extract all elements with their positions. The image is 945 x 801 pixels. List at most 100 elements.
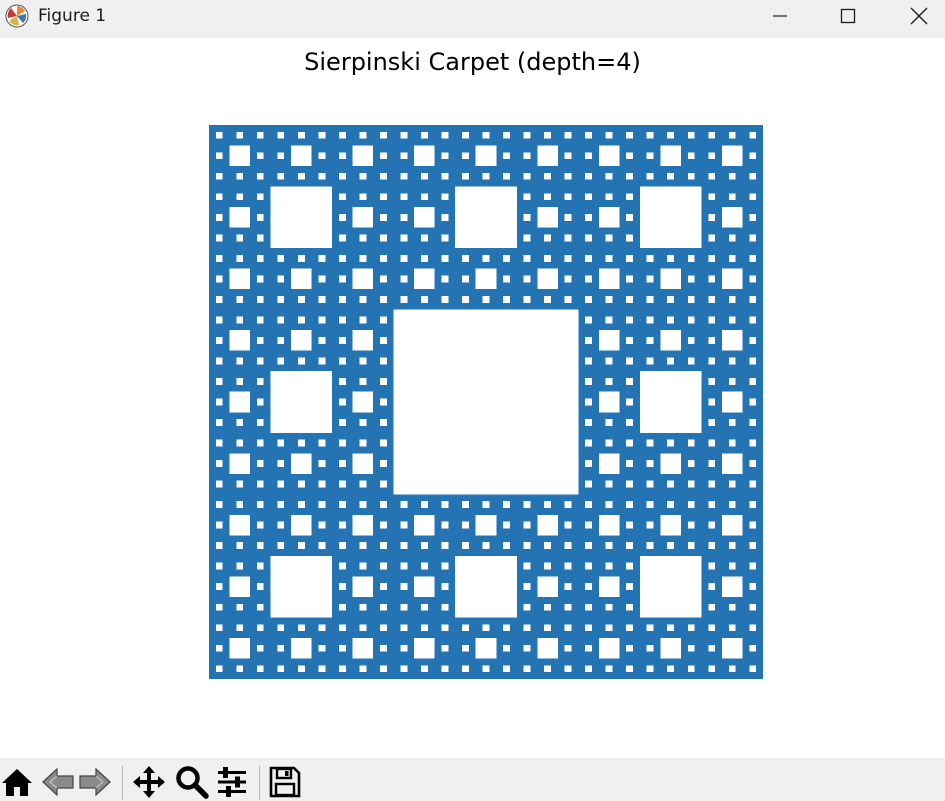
carpet-hole <box>544 234 551 242</box>
carpet-hole <box>421 603 428 611</box>
carpet-hole <box>564 295 572 303</box>
carpet-hole <box>338 316 346 324</box>
carpet-hole <box>721 268 743 290</box>
carpet-hole <box>605 624 613 632</box>
carpet-hole <box>708 480 716 488</box>
carpet-hole <box>708 644 716 652</box>
carpet-hole <box>626 501 634 509</box>
carpet-hole <box>626 172 634 180</box>
carpet-hole <box>359 234 367 242</box>
carpet-hole <box>667 254 675 262</box>
carpet-hole <box>379 603 387 611</box>
carpet-hole <box>708 254 716 262</box>
carpet-hole <box>215 398 223 406</box>
carpet-hole <box>687 295 695 303</box>
carpet-hole <box>646 521 654 529</box>
carpet-hole <box>318 337 326 344</box>
carpet-hole <box>215 439 223 447</box>
carpet-hole <box>585 624 593 632</box>
carpet-hole <box>646 316 654 324</box>
carpet-hole <box>215 624 223 632</box>
carpet-hole <box>523 213 531 221</box>
carpet-hole <box>379 131 387 139</box>
carpet-hole <box>749 439 757 447</box>
home-button[interactable] <box>0 764 35 800</box>
carpet-hole <box>236 357 244 365</box>
carpet-hole <box>338 439 346 447</box>
carpet-hole <box>605 480 613 488</box>
carpet-hole <box>728 480 736 488</box>
carpet-hole <box>687 275 695 283</box>
carpet-hole <box>646 439 654 447</box>
carpet-hole <box>523 665 531 673</box>
forward-button[interactable] <box>77 764 113 800</box>
carpet-hole <box>564 542 572 550</box>
carpet-hole <box>379 460 387 467</box>
carpet-hole <box>564 562 572 570</box>
carpet-hole <box>728 439 736 447</box>
carpet-hole <box>523 644 531 652</box>
carpet-hole <box>338 193 346 201</box>
carpet-hole <box>215 337 223 344</box>
forward-arrow-icon <box>79 767 111 797</box>
carpet-hole <box>297 254 305 262</box>
figure-title: Sierpinski Carpet (depth=4) <box>304 48 641 76</box>
carpet-hole <box>503 542 510 550</box>
carpet-hole <box>728 254 736 262</box>
carpet-hole <box>338 378 346 385</box>
carpet-hole <box>660 268 681 290</box>
carpet-hole <box>441 213 449 221</box>
carpet-hole <box>564 624 572 632</box>
carpet-hole <box>523 193 531 201</box>
carpet-hole <box>291 514 312 536</box>
carpet-hole <box>229 453 251 474</box>
carpet-hole <box>564 152 572 160</box>
carpet-hole <box>400 542 408 550</box>
carpet-hole <box>421 172 428 180</box>
carpet-hole <box>359 480 367 488</box>
carpet-hole <box>626 398 634 406</box>
carpet-hole <box>646 357 654 365</box>
carpet-hole <box>564 193 572 201</box>
carpet-hole <box>400 624 408 632</box>
carpet-hole <box>359 665 367 673</box>
carpet-hole <box>256 337 264 344</box>
save-button[interactable] <box>267 764 303 800</box>
pan-button[interactable] <box>131 764 167 800</box>
carpet-hole <box>256 254 264 262</box>
carpet-hole <box>462 254 469 262</box>
carpet-hole <box>687 542 695 550</box>
carpet-hole <box>297 357 305 365</box>
carpet-hole <box>421 542 428 550</box>
carpet-hole <box>256 603 264 611</box>
maximize-button[interactable] <box>817 0 879 32</box>
carpet-hole <box>400 275 408 283</box>
carpet-hole <box>256 419 264 426</box>
carpet-hole <box>626 439 634 447</box>
carpet-hole <box>379 254 387 262</box>
carpet-hole <box>687 357 695 365</box>
carpet-hole <box>523 254 531 262</box>
carpet-hole <box>379 193 387 201</box>
carpet-hole <box>598 576 620 597</box>
minimize-button[interactable] <box>749 0 811 32</box>
carpet-hole <box>229 391 251 413</box>
configure-subplots-button[interactable] <box>214 764 250 800</box>
carpet-hole <box>626 624 634 632</box>
carpet-hole <box>379 337 387 344</box>
carpet-hole <box>687 501 695 509</box>
carpet-hole <box>338 603 346 611</box>
carpet-hole <box>503 521 510 529</box>
close-button[interactable] <box>888 0 945 32</box>
carpet-hole <box>585 439 593 447</box>
carpet-hole <box>462 295 469 303</box>
zoom-button[interactable] <box>174 764 210 800</box>
back-button[interactable] <box>40 764 76 800</box>
home-icon <box>2 769 32 796</box>
carpet-hole <box>236 542 244 550</box>
carpet-hole <box>256 357 264 365</box>
carpet-hole <box>462 624 469 632</box>
carpet-hole <box>523 234 531 242</box>
carpet-hole <box>379 644 387 652</box>
carpet-hole <box>338 521 346 529</box>
